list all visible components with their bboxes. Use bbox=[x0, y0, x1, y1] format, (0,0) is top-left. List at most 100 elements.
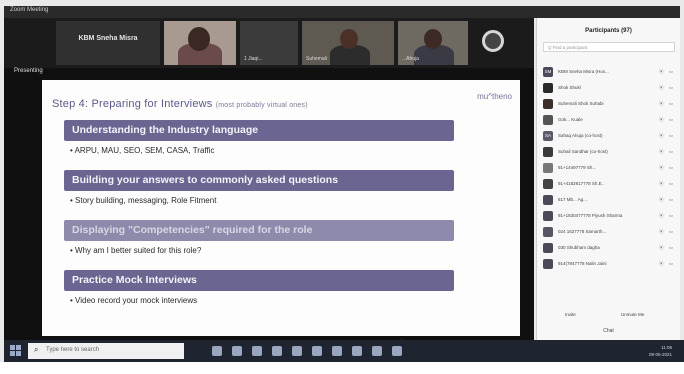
avatar bbox=[543, 115, 553, 125]
video-tile-label: Suhemali bbox=[306, 56, 327, 62]
clock-time: 11:08 bbox=[661, 345, 672, 350]
participant-row[interactable]: 024 1627778 Samarth... ⦿ ▭ bbox=[541, 224, 679, 240]
avatar bbox=[543, 243, 553, 253]
video-tile-label: ...Ahuja bbox=[402, 56, 419, 62]
participant-name: Suhail Sandhar (co-host) bbox=[558, 149, 608, 154]
avatar bbox=[543, 227, 553, 237]
section-header: Practice Mock Interviews bbox=[64, 270, 454, 291]
windows-start-icon[interactable] bbox=[10, 345, 21, 356]
participant-row[interactable]: Shok Shukl ⦿ ▭ bbox=[541, 80, 679, 96]
person-head bbox=[424, 29, 442, 49]
section-header: Displaying "Competencies" required for t… bbox=[64, 220, 454, 241]
screen: Zoom Meeting KBM Sneha Misra 1 Jiaqi... … bbox=[0, 0, 684, 374]
video-tile[interactable]: 1 Jiaqi... bbox=[240, 21, 298, 65]
camera-toggle-icon[interactable] bbox=[482, 30, 504, 52]
section-heading: Building your answers to commonly asked … bbox=[72, 174, 339, 186]
mic-video-icons: ⦿ ▭ bbox=[658, 181, 675, 186]
bullet-text: Story building, messaging, Role Fitment bbox=[75, 196, 217, 205]
slide-title-text: Step 4: Preparing for Interviews bbox=[52, 98, 213, 110]
participant-row[interactable]: 91+4182917778 Sh.E.. ⦿ ▭ bbox=[541, 176, 679, 192]
participant-name: 914(7847778 Nalin Jaini bbox=[558, 261, 607, 266]
participant-list: SM KBM Sneha Misra (Hos... ⦿ ▭ Shok Shuk… bbox=[541, 64, 679, 272]
taskbar-app-icon[interactable] bbox=[232, 346, 242, 356]
chat-button[interactable]: Chat bbox=[537, 328, 680, 334]
participant-name: 91+14497779 Sh... bbox=[558, 165, 597, 170]
participant-name: 91+4182917778 Sh.E.. bbox=[558, 181, 605, 186]
mic-video-icons: ⦿ ▭ bbox=[658, 229, 675, 234]
participant-name: Suhemali Shok Suhabi bbox=[558, 101, 604, 106]
avatar bbox=[543, 163, 553, 173]
mic-video-icons: ⦿ ▭ bbox=[658, 101, 675, 106]
participant-row[interactable]: 91+1830477778 Piyush Sharma ⦿ ▭ bbox=[541, 208, 679, 224]
participant-name: KBM Sneha Misra (Hos... bbox=[558, 69, 609, 74]
avatar bbox=[543, 83, 553, 93]
avatar bbox=[543, 211, 553, 221]
video-tile[interactable] bbox=[164, 21, 236, 65]
participant-row[interactable]: SA Sahaq Ahuja (co-host) ⦿ ▭ bbox=[541, 128, 679, 144]
brand-logo: mu^theno bbox=[477, 92, 512, 101]
video-tile-host[interactable]: KBM Sneha Misra bbox=[56, 21, 160, 65]
zoom-app-icon[interactable] bbox=[372, 346, 382, 356]
video-tile[interactable]: Suhemali bbox=[302, 21, 394, 65]
taskbar-app-icon[interactable] bbox=[292, 346, 302, 356]
mic-video-icons: ⦿ ▭ bbox=[658, 261, 675, 266]
task-view-icon[interactable] bbox=[212, 346, 222, 356]
participant-row[interactable]: 91+14497779 Sh... ⦿ ▭ bbox=[541, 160, 679, 176]
section-bullet: • Video record your mock interviews bbox=[70, 296, 198, 305]
mic-video-icons: ⦿ ▭ bbox=[658, 85, 675, 90]
shared-slide: Step 4: Preparing for Interviews (most p… bbox=[42, 80, 520, 346]
section-header: Building your answers to commonly asked … bbox=[64, 170, 454, 191]
taskbar: ⌕ Type here to search 11:08 08-05-2021 bbox=[4, 340, 684, 362]
photo-border bbox=[0, 362, 684, 374]
participant-row[interactable]: Gok... Kuale ⦿ ▭ bbox=[541, 112, 679, 128]
video-tile-label: 1 Jiaqi... bbox=[244, 56, 263, 62]
participant-name: 030 Shubham dagha bbox=[558, 245, 600, 250]
taskbar-search-input[interactable]: ⌕ Type here to search bbox=[28, 343, 184, 359]
file-explorer-icon[interactable] bbox=[272, 346, 282, 356]
participant-row[interactable]: 030 Shubham dagha ⦿ ▭ bbox=[541, 240, 679, 256]
system-clock[interactable]: 11:08 08-05-2021 bbox=[649, 344, 672, 358]
mic-video-icons: ⦿ ▭ bbox=[658, 165, 675, 170]
mic-video-icons: ⦿ ▭ bbox=[658, 117, 675, 122]
presenting-label: Presenting bbox=[14, 68, 43, 74]
participant-row[interactable]: 617 Mb... Ag... ⦿ ▭ bbox=[541, 192, 679, 208]
participant-row[interactable]: Suhemali Shok Suhabi ⦿ ▭ bbox=[541, 96, 679, 112]
panel-title: Participants (97) bbox=[585, 28, 632, 34]
video-tile[interactable]: ...Ahuja bbox=[398, 21, 468, 65]
mic-video-icons: ⦿ ▭ bbox=[658, 133, 675, 138]
bullet-text: Video record your mock interviews bbox=[75, 296, 198, 305]
mic-video-icons: ⦿ ▭ bbox=[658, 149, 675, 154]
taskbar-app-icon[interactable] bbox=[352, 346, 362, 356]
participant-name: KBM Sneha Misra bbox=[78, 35, 138, 42]
participant-row[interactable]: Suhail Sandhar (co-host) ⦿ ▭ bbox=[541, 144, 679, 160]
panel-footer: Invite Unmute Me Chat bbox=[537, 310, 680, 334]
participant-row[interactable]: SM KBM Sneha Misra (Hos... ⦿ ▭ bbox=[541, 64, 679, 80]
person-head bbox=[340, 29, 358, 49]
taskbar-app-icon[interactable] bbox=[312, 346, 322, 356]
section-bullet: • Why am I better suited for this role? bbox=[70, 246, 202, 255]
mic-video-icons: ⦿ ▭ bbox=[658, 245, 675, 250]
invite-button[interactable]: Invite bbox=[565, 312, 576, 317]
avatar: SM bbox=[543, 67, 553, 77]
clock-date: 08-05-2021 bbox=[648, 352, 672, 357]
section-heading: Understanding the Industry language bbox=[72, 124, 259, 136]
taskbar-app-icon[interactable] bbox=[392, 346, 402, 356]
participant-name: Sahaq Ahuja (co-host) bbox=[558, 133, 603, 138]
participant-name: Gok... Kuale bbox=[558, 117, 583, 122]
mic-video-icons: ⦿ ▭ bbox=[658, 213, 675, 218]
section-heading: Displaying "Competencies" required for t… bbox=[72, 224, 313, 236]
search-placeholder: Type here to search bbox=[46, 347, 100, 353]
participant-name: 617 Mb... Ag... bbox=[558, 197, 588, 202]
mic-video-icons: ⦿ ▭ bbox=[658, 69, 675, 74]
bullet-text: ARPU, MAU, SEO, SEM, CASA, Traffic bbox=[74, 146, 215, 155]
section-bullet: • Story building, messaging, Role Fitmen… bbox=[70, 196, 217, 205]
taskbar-app-icon[interactable] bbox=[332, 346, 342, 356]
participant-search-input[interactable]: Q Find a participant bbox=[543, 42, 675, 52]
participant-row[interactable]: 914(7847778 Nalin Jaini ⦿ ▭ bbox=[541, 256, 679, 272]
section-bullet: • ARPU, MAU, SEO, SEM, CASA, Traffic bbox=[70, 146, 215, 155]
slide-subtitle: (most probably virtual ones) bbox=[215, 102, 308, 109]
unmute-me-button[interactable]: Unmute Me bbox=[621, 312, 644, 317]
slide-title: Step 4: Preparing for Interviews (most p… bbox=[52, 98, 308, 110]
video-strip: KBM Sneha Misra 1 Jiaqi... Suhemali ...A… bbox=[4, 18, 534, 68]
taskbar-app-icon[interactable] bbox=[252, 346, 262, 356]
